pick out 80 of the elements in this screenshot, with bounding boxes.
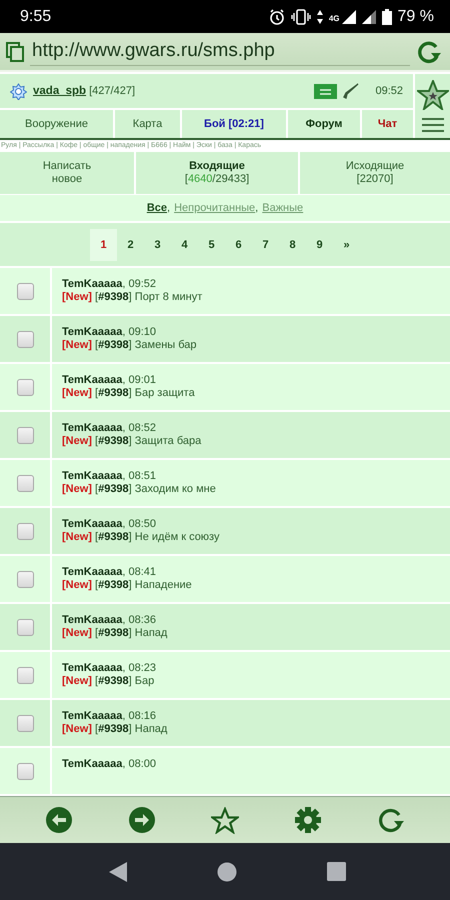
battery-level: 79 % (398, 8, 434, 26)
message-subject[interactable]: [New] [#9398] Напад (62, 723, 168, 736)
nav-link[interactable]: Форум (288, 110, 360, 138)
health-counter: [427/427] (89, 85, 135, 97)
vibrate-icon (290, 8, 311, 24)
checkbox[interactable] (16, 378, 34, 396)
message-sender: TemKaaaaa, 08:50 (62, 518, 157, 531)
page-link[interactable]: 1 (90, 228, 117, 261)
username-link[interactable]: vada_spb (33, 85, 86, 97)
message-subject[interactable]: [New] [#9398] Бар защита (62, 387, 195, 400)
message-sender: TemKaaaaa, 08:36 (62, 614, 157, 627)
message-sender: TemKaaaaa, 09:10 (62, 326, 157, 339)
checkbox[interactable] (16, 330, 34, 348)
page-link[interactable]: 7 (252, 228, 279, 261)
message-subject[interactable]: [New] [#9398] Не идём к союзу (62, 531, 220, 544)
nav-link[interactable]: Карта (115, 110, 180, 138)
separator-comma: , (255, 202, 258, 214)
star-icon[interactable] (416, 80, 448, 110)
alarm-icon (268, 8, 285, 24)
message-sender: TemKaaaaa, 09:52 (62, 278, 157, 291)
page-link[interactable]: » (333, 228, 360, 261)
checkbox[interactable] (16, 618, 34, 636)
back-icon[interactable] (108, 862, 126, 882)
checkbox[interactable] (16, 666, 34, 684)
message-subject[interactable]: [New] [#9398] Напад (62, 627, 168, 640)
menu-icon[interactable] (422, 116, 444, 132)
message-sender: TemKaaaaa, 08:23 (62, 662, 156, 675)
page-link[interactable]: 8 (279, 228, 306, 261)
message-subject[interactable]: [New] [#9398] Порт 8 минут (62, 291, 202, 304)
page-link[interactable]: 3 (144, 228, 171, 261)
signal-icon (342, 10, 356, 24)
checkbox[interactable] (16, 474, 34, 492)
page-link[interactable]: 5 (198, 228, 225, 261)
checkbox[interactable] (16, 570, 34, 588)
message-sender: TemKaaaaa, 08:41 (62, 566, 157, 579)
page-link[interactable]: 4 (171, 228, 198, 261)
nav-link[interactable]: Бой [02:21] (182, 110, 286, 138)
filter-link[interactable]: Все (146, 202, 168, 214)
message-subject[interactable]: [New] [#9398] Защита бара (62, 435, 202, 448)
signal-icon (362, 10, 376, 24)
battery-icon (382, 8, 392, 24)
message-sender: TemKaaaaa, 08:51 (62, 470, 157, 483)
nav-link[interactable]: Вооружение (0, 110, 113, 138)
message-subject[interactable]: [New] [#9398] Нападение (62, 579, 192, 592)
message-subject[interactable]: [New] [#9398] Замены бар (62, 339, 197, 352)
reload-icon[interactable] (416, 38, 442, 64)
checkbox[interactable] (16, 426, 34, 444)
mail-icon[interactable] (314, 84, 338, 98)
checkbox[interactable] (16, 762, 34, 780)
checkbox[interactable] (16, 282, 34, 300)
recents-icon[interactable] (326, 862, 346, 881)
star-icon[interactable] (210, 806, 239, 834)
message-sender: TemKaaaaa, 08:00 (62, 758, 156, 771)
rifle-icon (343, 83, 360, 99)
forward-icon[interactable] (128, 806, 156, 834)
mail-tab[interactable]: Исходящие [22070] (300, 152, 450, 194)
server-time: 09:52 (375, 85, 403, 97)
mail-tab[interactable]: Входящие [4640/29433] (136, 152, 298, 194)
message-sender: TemKaaaaa, 09:01 (62, 374, 157, 387)
clan-emblem-icon (10, 82, 27, 100)
message-subject[interactable]: [New] [#9398] Заходим ко мне (62, 483, 216, 496)
page-link[interactable]: 2 (117, 228, 144, 261)
message-sender: TemKaaaaa, 08:16 (62, 710, 157, 723)
network-type: 4G (328, 14, 340, 22)
checkbox[interactable] (16, 522, 34, 540)
tabs-icon[interactable] (6, 42, 24, 62)
checkbox[interactable] (16, 714, 34, 732)
nav-link[interactable]: Чат (362, 110, 413, 138)
settings-icon[interactable] (294, 806, 322, 834)
clock-time: 9:55 (20, 8, 52, 26)
back-icon[interactable] (45, 806, 74, 834)
mail-tab[interactable]: Написать новое (0, 152, 134, 194)
separator-comma: , (167, 202, 170, 214)
data-arrows-icon (316, 10, 323, 24)
page-link[interactable]: 6 (225, 228, 252, 261)
home-icon[interactable] (216, 862, 236, 882)
page-link[interactable]: 9 (306, 228, 333, 261)
reload-icon[interactable] (376, 806, 405, 834)
message-subject[interactable]: [New] [#9398] Бар (62, 675, 156, 688)
message-sender: TemKaaaaa, 08:52 (62, 422, 157, 435)
